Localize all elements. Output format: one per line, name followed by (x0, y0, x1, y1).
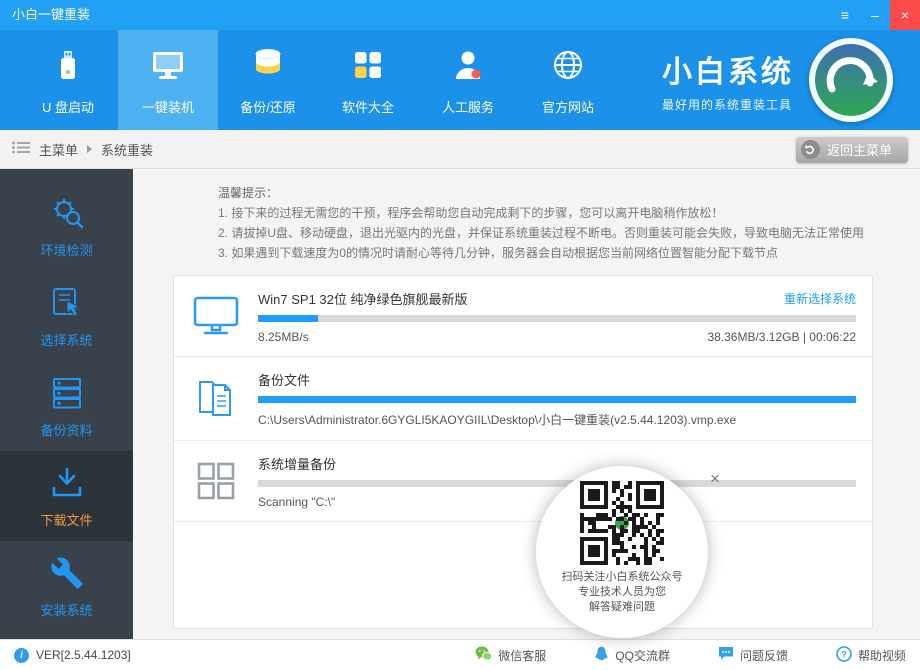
nav-label: U 盘启动 (42, 97, 94, 116)
monitor-icon (148, 45, 188, 88)
sidebar-item-label: 环境检测 (40, 240, 92, 259)
sidebar-item-download-files[interactable]: 下载文件 (0, 451, 133, 541)
brand-name: 小白系统 (662, 47, 794, 91)
qq-icon (594, 646, 609, 665)
backup-data-icon (48, 374, 86, 412)
download-title: Win7 SP1 32位 纯净绿色旗舰最新版 (258, 289, 468, 308)
close-icon[interactable]: × (708, 468, 722, 489)
breadcrumb: 主菜单 系统重装 返回主菜单 (0, 130, 920, 169)
download-speed: 8.25MB/s (258, 330, 309, 344)
download-progress-fill (258, 315, 318, 322)
wechat-service-link[interactable]: 微信客服 (475, 646, 546, 664)
menu-icon[interactable]: ≡ (830, 0, 860, 30)
qr-finder (580, 537, 608, 565)
content-area: 温馨提示： 1. 接下来的过程无需您的干预，程序会帮助您自动完成剩下的步骤，您可… (133, 169, 920, 639)
list-icon (12, 141, 30, 157)
nav-software-collection[interactable]: 软件大全 (318, 30, 418, 130)
apps-grid-icon (348, 45, 388, 88)
titlebar: 小白一键重装 ≡ – × (0, 0, 920, 30)
incremental-backup-section: 系统增量备份 Scanning "C:\" (174, 441, 872, 522)
help-videos-link[interactable]: ? 帮助视频 (836, 646, 906, 665)
close-button[interactable]: × (890, 0, 920, 30)
documents-icon (190, 369, 242, 428)
qr-caption: 扫码关注小白系统公众号 专业技术人员为您 解答疑难问题 (562, 570, 683, 615)
nav-manual-service[interactable]: 人工服务 (418, 30, 518, 130)
wrench-icon (50, 554, 84, 592)
window-title: 小白一键重装 (0, 0, 830, 30)
qr-code (580, 481, 664, 565)
statusbar: i VER[2.5.44.1203] 微信客服 (0, 639, 920, 670)
sidebar-item-label: 选择系统 (40, 330, 92, 349)
breadcrumb-current: 系统重装 (101, 140, 153, 159)
chevron-right-icon (87, 145, 92, 153)
progress-panel: Win7 SP1 32位 纯净绿色旗舰最新版 重新选择系统 8.25MB/s 3… (173, 275, 873, 629)
app-window: 小白一键重装 ≡ – × U 盘启动 (0, 0, 920, 670)
nav-label: 软件大全 (342, 97, 394, 116)
tips-title: 温馨提示： (218, 183, 873, 203)
person-service-icon (448, 45, 488, 88)
svg-text:?: ? (841, 649, 847, 659)
nav-usb-boot[interactable]: U 盘启动 (18, 30, 118, 130)
brand-logo-icon (808, 37, 894, 123)
nav-one-key-install[interactable]: 一键装机 (118, 30, 218, 130)
download-size-time: 38.36MB/3.12GB | 00:06:22 (707, 330, 856, 344)
sidebar-item-select-system[interactable]: 选择系统 (0, 271, 133, 361)
brand: 小白系统 最好用的系统重装工具 (662, 30, 894, 130)
backup-title: 备份文件 (258, 370, 310, 389)
backup-progress-bar (258, 396, 856, 403)
sidebar-item-backup-data[interactable]: 备份资料 (0, 361, 133, 451)
gear-detect-icon (48, 194, 86, 232)
version-label: VER[2.5.44.1203] (36, 648, 131, 662)
monitor-outline-icon (190, 288, 242, 344)
qr-popup: × 扫码关注小白系统公众号 专业技术人员为您 解答疑难问题 (536, 466, 708, 638)
globe-icon (548, 45, 588, 88)
top-nav: U 盘启动 一键装机 备份/ (0, 30, 920, 130)
feedback-link[interactable]: 问题反馈 (718, 646, 788, 664)
back-to-main-button[interactable]: 返回主菜单 (796, 136, 908, 163)
back-button-label: 返回主菜单 (827, 140, 892, 159)
incremental-status: Scanning "C:\" (258, 495, 335, 509)
incremental-progress-bar (258, 480, 856, 487)
tips-block: 温馨提示： 1. 接下来的过程无需您的干预，程序会帮助您自动完成剩下的步骤，您可… (218, 183, 873, 263)
sidebar-item-env-check[interactable]: 环境检测 (0, 181, 133, 271)
feedback-icon (718, 646, 734, 664)
brand-slogan: 最好用的系统重装工具 (662, 96, 794, 113)
nav-label: 备份/还原 (240, 97, 296, 116)
tips-line: 3. 如果遇到下载速度为0的情况时请耐心等待几分钟，服务器会自动根据您当前网络位… (218, 243, 873, 263)
backup-file-path: C:\Users\Administrator.6GYGLI5KAOYGIIL\D… (258, 411, 736, 428)
tips-line: 2. 请拔掉U盘、移动硬盘，退出光驱内的光盘，并保证系统重装过程不断电。否则重装… (218, 223, 873, 243)
breadcrumb-root[interactable]: 主菜单 (39, 140, 78, 159)
incremental-title: 系统增量备份 (258, 454, 336, 473)
select-system-icon (48, 284, 86, 322)
sidebar-item-label: 备份资料 (40, 420, 92, 439)
nav-label: 一键装机 (142, 97, 194, 116)
database-icon (248, 45, 288, 88)
nav-label: 官方网站 (542, 97, 594, 116)
return-arrow-icon (801, 140, 820, 159)
reselect-system-link[interactable]: 重新选择系统 (784, 290, 856, 307)
sidebar-item-label: 下载文件 (40, 510, 92, 529)
main-area: 环境检测 选择系统 (0, 169, 920, 639)
download-section: Win7 SP1 32位 纯净绿色旗舰最新版 重新选择系统 8.25MB/s 3… (174, 276, 872, 357)
qr-finder (580, 481, 608, 509)
info-icon: i (14, 648, 29, 663)
usb-icon (48, 45, 88, 88)
sidebar-item-label: 安装系统 (40, 600, 92, 619)
windows-grid-icon (190, 453, 242, 509)
tips-line: 1. 接下来的过程无需您的干预，程序会帮助您自动完成剩下的步骤，您可以离开电脑稍… (218, 203, 873, 223)
qq-group-link[interactable]: QQ交流群 (594, 646, 670, 665)
sidebar-item-install-system[interactable]: 安装系统 (0, 541, 133, 631)
sidebar: 环境检测 选择系统 (0, 169, 133, 639)
help-video-icon: ? (836, 646, 852, 665)
nav-backup-restore[interactable]: 备份/还原 (218, 30, 318, 130)
minimize-button[interactable]: – (860, 0, 890, 30)
download-icon (48, 464, 86, 502)
nav-label: 人工服务 (442, 97, 494, 116)
backup-progress-fill (258, 396, 856, 403)
wechat-icon (475, 646, 492, 664)
download-progress-bar (258, 315, 856, 322)
qr-finder (636, 481, 664, 509)
backup-section: 备份文件 C:\Users\Administrator.6GYGLI5KAOYG… (174, 357, 872, 441)
nav-official-website[interactable]: 官方网站 (518, 30, 618, 130)
